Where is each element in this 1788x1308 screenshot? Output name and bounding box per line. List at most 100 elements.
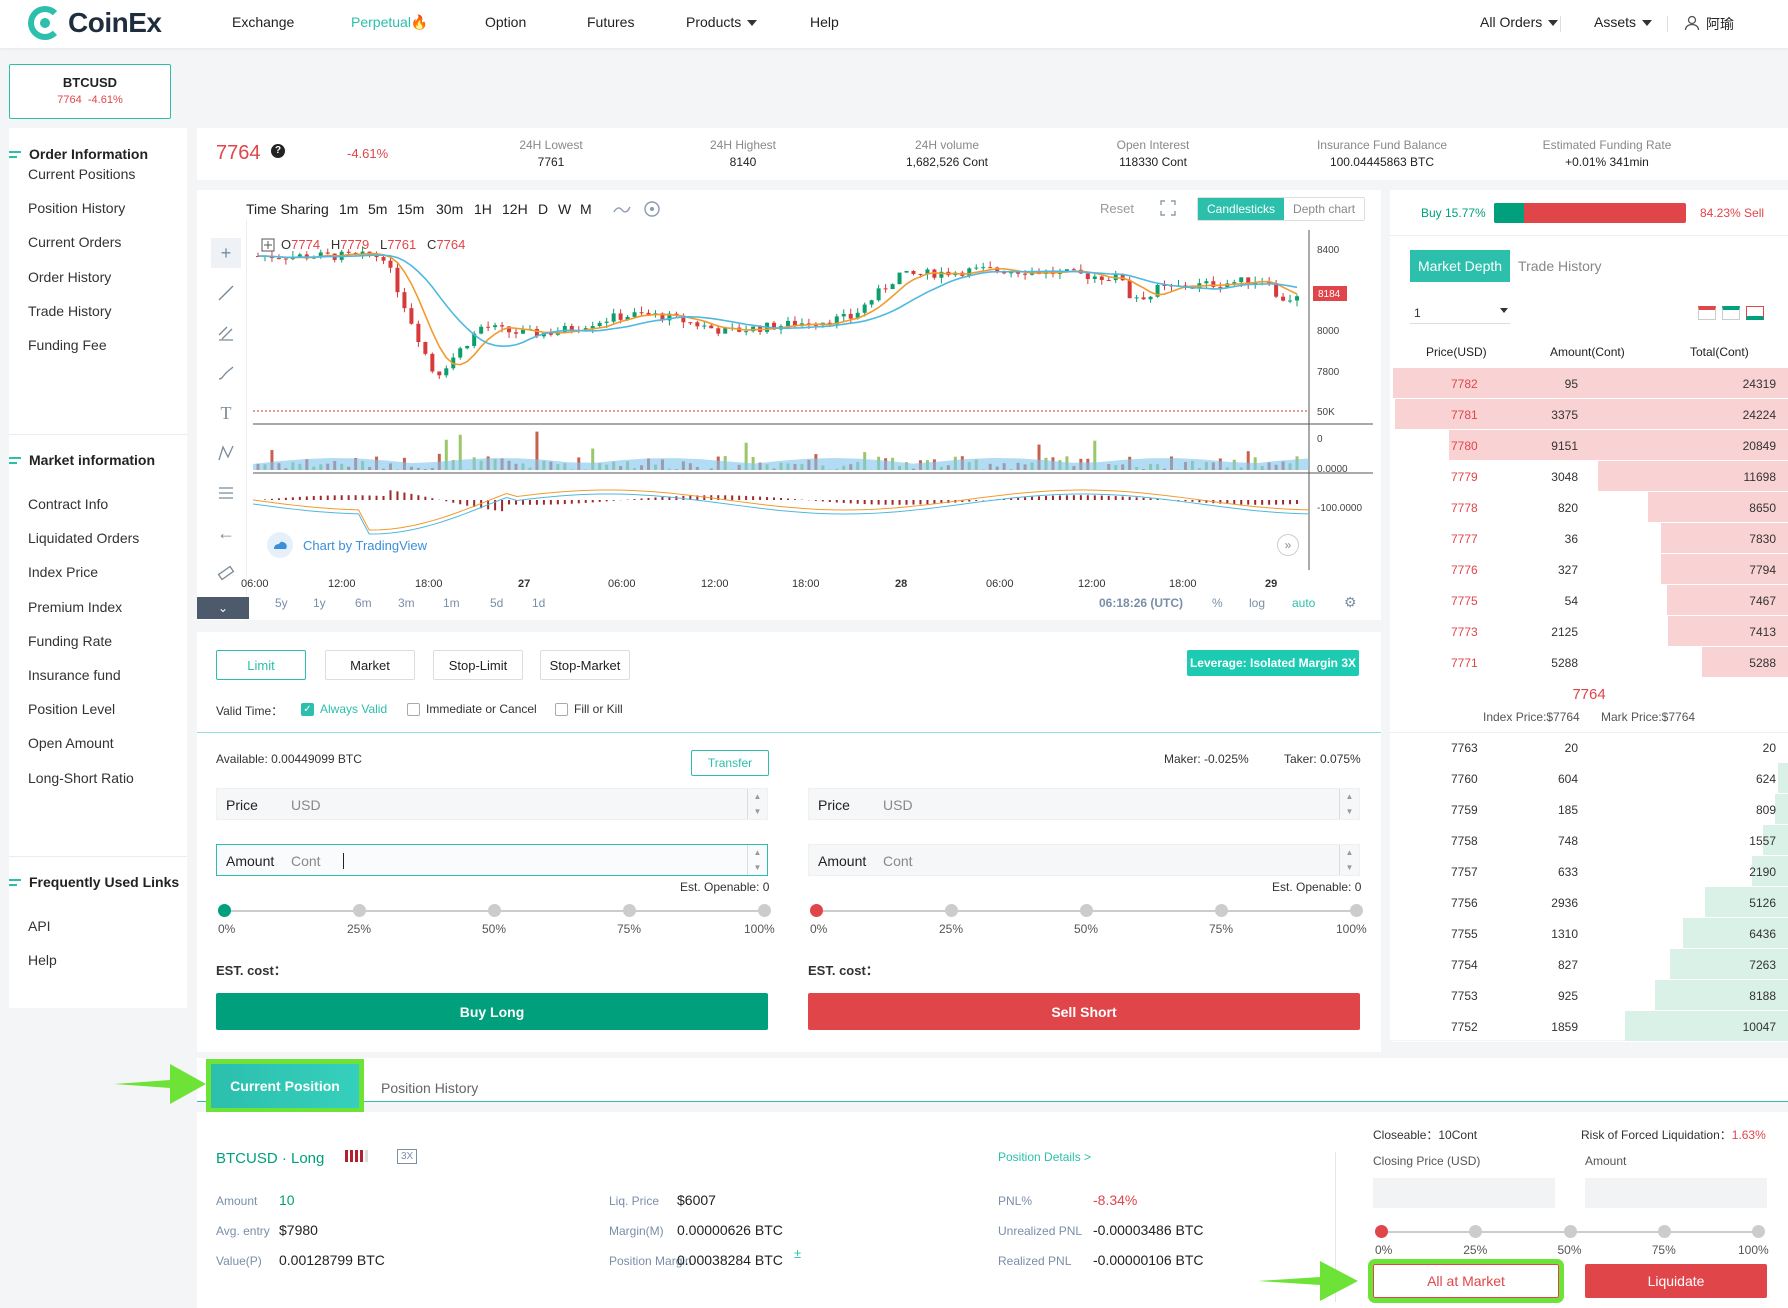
timeframe-1[interactable]: 1m [339, 201, 358, 217]
chart-reset-button[interactable]: Reset [1100, 201, 1134, 216]
nav-perpetual[interactable]: Perpetual🔥 [351, 14, 428, 31]
sidebar-item[interactable]: Contract Info [28, 496, 108, 512]
ask-row[interactable]: 7778 820 8650 [1393, 492, 1788, 523]
fib-icon[interactable] [211, 318, 241, 348]
precision-select[interactable]: 1 [1410, 300, 1510, 324]
trend-line-icon[interactable] [211, 278, 241, 308]
back-arrow-icon[interactable]: ← [211, 518, 241, 548]
bid-row[interactable]: 7752 1859 10047 [1393, 1011, 1788, 1042]
slider-step-dot[interactable] [623, 904, 636, 917]
range-1m-button[interactable]: 1m [443, 596, 460, 610]
amount-stepper[interactable]: ▲ ▼ [747, 845, 767, 875]
close-amount-input[interactable] [1585, 1178, 1767, 1208]
crosshair-icon[interactable]: + [211, 238, 241, 268]
bid-row[interactable]: 7763 20 20 [1393, 732, 1788, 763]
fullscreen-icon[interactable] [1159, 199, 1177, 217]
buy-price-input[interactable]: Price USD ▲ ▼ [216, 788, 768, 820]
bid-row[interactable]: 7760 604 624 [1393, 763, 1788, 794]
sidebar-item[interactable]: Current Orders [28, 234, 121, 250]
timeframe-0[interactable]: Time Sharing [246, 201, 329, 217]
buy-amount-slider[interactable]: 0% 25% 50% 75% 100% [218, 904, 775, 936]
sidebar-item[interactable]: Open Amount [28, 735, 114, 751]
nav-option[interactable]: Option [485, 14, 526, 30]
measure-icon[interactable] [211, 478, 241, 508]
timeframe-9[interactable]: M [580, 201, 592, 217]
sidebar-item[interactable]: Trade History [28, 303, 112, 319]
sidebar-item[interactable]: Liquidated Orders [28, 530, 139, 546]
bid-row[interactable]: 7757 633 2190 [1393, 856, 1788, 887]
range-1y-button[interactable]: 1y [313, 596, 326, 610]
sidebar-item[interactable]: Help [28, 952, 57, 968]
bid-row[interactable]: 7756 2936 5126 [1393, 887, 1788, 918]
assets-menu[interactable]: Assets [1594, 14, 1653, 30]
slider-step-dot[interactable] [1080, 904, 1093, 917]
slider-step-dot[interactable] [218, 904, 231, 917]
leverage-button[interactable]: Leverage: Isolated Margin 3X [1187, 650, 1359, 676]
slider-step-dot[interactable] [1752, 1225, 1765, 1238]
sidebar-item[interactable]: Index Price [28, 564, 98, 580]
slider-step-dot[interactable] [758, 904, 771, 917]
ask-row[interactable]: 7773 2125 7413 [1393, 616, 1788, 647]
amount-stepper[interactable]: ▲ ▼ [1339, 845, 1359, 875]
slider-step-dot[interactable] [1350, 904, 1363, 917]
sidebar-item[interactable]: Order History [28, 269, 111, 285]
ask-row[interactable]: 7781 3375 24224 [1393, 399, 1788, 430]
timeframe-8[interactable]: W [558, 201, 571, 217]
range-1d-button[interactable]: 1d [532, 596, 545, 610]
slider-step-dot[interactable] [1375, 1225, 1388, 1238]
price-stepper[interactable]: ▲ ▼ [747, 789, 767, 819]
slider-step-dot[interactable] [1469, 1225, 1483, 1238]
transfer-button[interactable]: Transfer [691, 750, 769, 776]
timeframe-2[interactable]: 5m [368, 201, 387, 217]
sidebar-item[interactable]: Current Positions [28, 166, 135, 182]
liquidate-button[interactable]: Liquidate [1585, 1264, 1767, 1298]
range-5y-button[interactable]: 5y [275, 596, 288, 610]
current-position-tab[interactable]: Current Position [206, 1059, 364, 1113]
sidebar-item[interactable]: Position Level [28, 701, 115, 717]
ask-row[interactable]: 7777 36 7830 [1393, 523, 1788, 554]
buy-amount-input[interactable]: Amount Cont ▲ ▼ [216, 844, 768, 876]
brush-icon[interactable] [211, 358, 241, 388]
timeframe-7[interactable]: D [538, 201, 548, 217]
nav-help[interactable]: Help [810, 14, 839, 30]
nav-exchange[interactable]: Exchange [232, 14, 294, 30]
trade-history-tab[interactable]: Trade History [1510, 250, 1610, 282]
slider-step-dot[interactable] [488, 904, 501, 917]
stop-market-tab[interactable]: Stop-Market [540, 650, 630, 680]
fok-checkbox[interactable]: Fill or Kill [555, 702, 623, 716]
candlesticks-tab[interactable]: Candlesticks [1198, 198, 1285, 220]
ask-row[interactable]: 7775 54 7467 [1393, 585, 1788, 616]
view-bids-icon[interactable] [1722, 306, 1740, 320]
view-both-icon[interactable] [1746, 306, 1764, 320]
tradingview-attribution[interactable]: Chart by TradingView [267, 532, 427, 558]
slider-step-dot[interactable] [1215, 904, 1228, 917]
symbol-card[interactable]: BTCUSD 7764 -4.61% [9, 64, 171, 119]
market-order-tab[interactable]: Market [325, 650, 415, 680]
nav-futures[interactable]: Futures [587, 14, 634, 30]
slider-step-dot[interactable] [810, 904, 823, 917]
scroll-right-icon[interactable]: » [1277, 534, 1299, 556]
always-valid-checkbox[interactable]: ✓ Always Valid [301, 702, 387, 716]
price-chart[interactable]: 8400 8000 7800 8184 50K 0 0.0000 -100.0000 [253, 230, 1381, 570]
sidebar-item[interactable]: Insurance fund [28, 667, 121, 683]
sidebar-item[interactable]: Long-Short Ratio [28, 770, 134, 786]
collapse-toolbar-button[interactable]: ⌄ [197, 597, 249, 619]
help-icon[interactable]: ? [271, 144, 285, 158]
ioc-checkbox[interactable]: Immediate or Cancel [407, 702, 537, 716]
timeframe-5[interactable]: 1H [474, 201, 492, 217]
pattern-icon[interactable] [211, 438, 241, 468]
ask-row[interactable]: 7776 327 7794 [1393, 554, 1788, 585]
sidebar-item[interactable]: Funding Rate [28, 633, 112, 649]
range-6m-button[interactable]: 6m [355, 596, 372, 610]
auto-scale-button[interactable]: auto [1292, 596, 1315, 610]
log-scale-button[interactable]: log [1249, 596, 1265, 610]
user-menu[interactable]: 阿瑜 [1684, 14, 1734, 34]
sell-amount-slider[interactable]: 0% 25% 50% 75% 100% [810, 904, 1367, 936]
position-history-tab[interactable]: Position History [381, 1080, 478, 1096]
nav-products[interactable]: Products [686, 14, 758, 30]
range-3m-button[interactable]: 3m [398, 596, 415, 610]
slider-step-dot[interactable] [1563, 1225, 1577, 1238]
timeframe-3[interactable]: 15m [397, 201, 424, 217]
sell-short-button[interactable]: Sell Short [808, 993, 1360, 1030]
slider-step-dot[interactable] [1657, 1225, 1671, 1238]
